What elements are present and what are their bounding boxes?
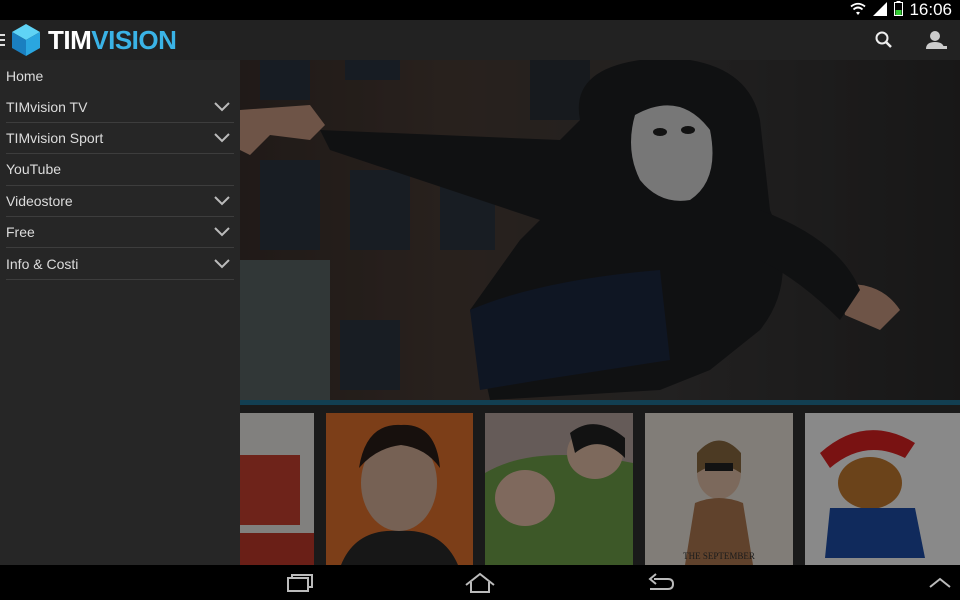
chevron-down-icon[interactable] (214, 196, 230, 206)
navigation-drawer: Home TIMvision TV TIMvision Sport YouTub… (0, 60, 240, 565)
back-icon (648, 573, 675, 590)
drawer-item-timvision-tv[interactable]: TIMvision TV (6, 91, 234, 123)
collapse-button[interactable] (924, 571, 956, 595)
battery-icon (894, 0, 904, 20)
poster-item[interactable] (240, 413, 314, 565)
drawer-item-info-costi[interactable]: Info & Costi (6, 248, 234, 280)
timvision-cube-icon (12, 24, 40, 56)
chevron-down-icon[interactable] (214, 101, 230, 112)
clock: 16:06 (909, 0, 952, 19)
account-icon (926, 31, 947, 49)
drawer-item-videostore[interactable]: Videostore (6, 186, 234, 217)
recent-apps-button[interactable] (284, 571, 316, 595)
status-bar: 16:06 (0, 0, 960, 20)
action-bar: TIMVISION (0, 20, 960, 60)
poster-carousel[interactable]: THE SEPTEMBER (240, 405, 960, 565)
drawer-item-free[interactable]: Free (6, 217, 234, 249)
poster-item[interactable] (326, 413, 473, 565)
system-nav-bar (0, 565, 960, 600)
hero-banner[interactable] (240, 60, 960, 400)
app-logo[interactable]: TIMVISION (10, 23, 177, 57)
menu-icon[interactable] (0, 34, 6, 46)
account-button[interactable] (924, 28, 948, 52)
drawer-item-home[interactable]: Home (6, 60, 234, 91)
chevron-down-icon[interactable] (214, 227, 230, 237)
drawer-item-timvision-sport[interactable]: TIMvision Sport (6, 123, 234, 155)
logo-text: TIMVISION (48, 24, 177, 55)
search-button[interactable] (872, 28, 896, 52)
search-icon (875, 31, 892, 48)
wifi-icon (850, 1, 867, 20)
poster-item[interactable]: THE SEPTEMBER (645, 413, 793, 565)
home-icon (465, 572, 495, 593)
recent-apps-icon (287, 574, 313, 592)
collapse-icon (929, 577, 951, 588)
poster-item[interactable] (485, 413, 633, 565)
back-button[interactable] (644, 571, 676, 595)
poster-item[interactable] (805, 413, 960, 565)
signal-icon (872, 1, 888, 20)
drawer-item-youtube[interactable]: YouTube (6, 154, 234, 186)
chevron-down-icon[interactable] (214, 258, 230, 269)
main-content: THE SEPTEMBER (240, 60, 960, 565)
home-button[interactable] (464, 571, 496, 595)
chevron-down-icon[interactable] (214, 133, 230, 143)
